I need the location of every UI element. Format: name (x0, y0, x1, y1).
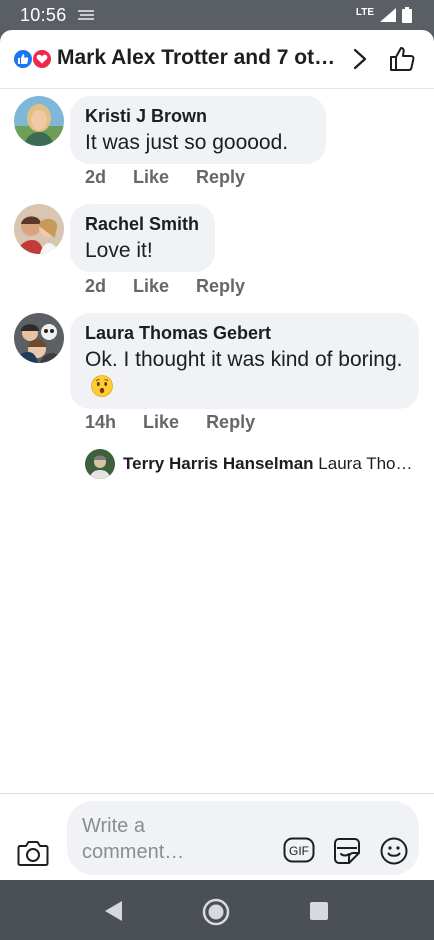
comment-author[interactable]: Laura Thomas Gebert (85, 322, 404, 344)
reply-summary[interactable]: Terry Harris Hanselman Laura Thomas Gebe… (123, 454, 413, 474)
comment-time: 2d (85, 167, 107, 187)
back-icon[interactable] (104, 900, 124, 922)
comment-input[interactable]: Write a comment… GIF (67, 801, 419, 875)
like-comment-button[interactable]: Like (133, 276, 169, 297)
comment-time: 14h (85, 412, 117, 432)
reply-comment-button[interactable]: Reply (206, 412, 255, 433)
camera-icon[interactable] (17, 838, 49, 868)
hushed-face-emoji-icon (91, 375, 113, 397)
reply-text: Laura Thomas Gebert (318, 454, 413, 473)
comment-composer: Write a comment… GIF (0, 793, 434, 881)
reply-comment-button[interactable]: Reply (196, 276, 245, 297)
love-reaction-icon (32, 49, 52, 69)
comment-bubble[interactable]: Kristi J Brown It was just so gooood. (70, 96, 326, 164)
comment-author[interactable]: Kristi J Brown (85, 105, 311, 127)
chevron-right-icon[interactable] (352, 48, 368, 70)
comment-bubble[interactable]: Laura Thomas Gebert Ok. I thought it was… (70, 313, 419, 409)
avatar-kristi[interactable] (14, 96, 64, 146)
reactions-header[interactable]: Mark Alex Trotter and 7 others (0, 30, 434, 89)
reaction-icons (13, 49, 53, 69)
comment-text: Love it! (85, 239, 153, 262)
comment-author[interactable]: Rachel Smith (85, 213, 200, 235)
comment-input-placeholder: Write a comment… (82, 815, 185, 863)
gif-label: GIF (289, 844, 309, 858)
battery-icon (402, 7, 412, 23)
emoji-icon[interactable] (380, 837, 408, 865)
reply-author[interactable]: Terry Harris Hanselman (123, 454, 314, 473)
signal-icon (380, 8, 396, 22)
reply-comment-button[interactable]: Reply (196, 167, 245, 188)
reactors-title[interactable]: Mark Alex Trotter and 7 others (57, 46, 337, 70)
reply-preview[interactable]: Terry Harris Hanselman Laura Thomas Gebe… (85, 449, 415, 481)
comments-screen: 10:56 LTE Mark Alex Trotter and 7 others… (0, 0, 434, 940)
comment-bubble[interactable]: Rachel Smith Love it! (70, 204, 215, 272)
comment-actions: 14h Like Reply (85, 412, 282, 433)
comment-time: 2d (85, 276, 107, 296)
home-icon[interactable] (202, 898, 230, 926)
comment-text: It was just so gooood. (85, 131, 289, 154)
like-comment-button[interactable]: Like (143, 412, 179, 433)
recent-apps-icon[interactable] (309, 901, 329, 921)
like-reaction-icon (13, 49, 33, 69)
system-nav-bar (0, 880, 434, 940)
status-bar: 10:56 LTE (0, 0, 434, 30)
avatar-laura[interactable] (14, 313, 64, 363)
comment-actions: 2d Like Reply (85, 167, 272, 188)
sticker-icon[interactable] (331, 835, 363, 867)
notification-icon (78, 10, 94, 20)
avatar-terry[interactable] (85, 449, 115, 479)
comment-text: Ok. I thought it was kind of boring. (85, 346, 404, 400)
network-label: LTE (355, 6, 374, 18)
like-comment-button[interactable]: Like (133, 167, 169, 188)
avatar-rachel[interactable] (14, 204, 64, 254)
status-indicators: LTE (356, 6, 412, 24)
gif-button[interactable]: GIF (283, 837, 315, 863)
comment-text-content: Ok. I thought it was kind of boring. (85, 348, 403, 371)
comment-actions: 2d Like Reply (85, 276, 272, 297)
thumbs-up-icon[interactable] (388, 45, 416, 73)
status-time: 10:56 (20, 5, 67, 25)
